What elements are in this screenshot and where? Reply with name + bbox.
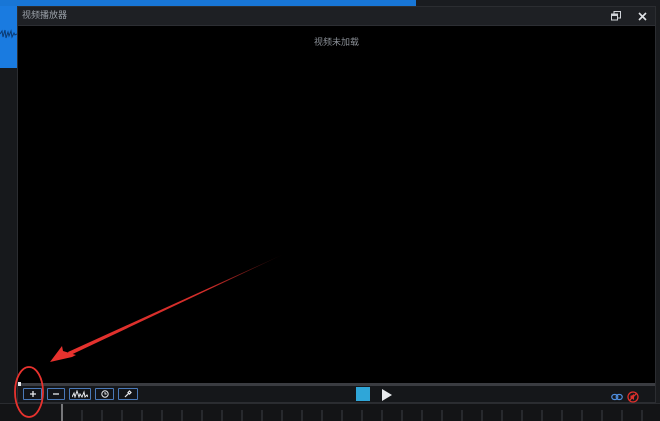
video-display[interactable]: 视频未加载: [18, 26, 655, 382]
play-icon: [382, 389, 392, 401]
plus-icon: [29, 391, 36, 397]
link-button[interactable]: [611, 388, 623, 401]
window-title: 视频播放器: [22, 11, 68, 21]
mute-button[interactable]: [627, 388, 639, 403]
clock-icon: [100, 390, 109, 398]
minus-icon: [53, 393, 59, 395]
restore-button[interactable]: [608, 8, 624, 24]
wrench-icon: [124, 390, 132, 398]
tools-button[interactable]: [118, 388, 138, 400]
host-waveform-icon: [0, 29, 17, 39]
video-status-text: 视频未加载: [313, 38, 359, 48]
host-right-edge: [656, 6, 660, 421]
restore-icon: [611, 11, 621, 21]
link-icon: [611, 393, 623, 401]
video-player-window: 视频播放器 视频未加载: [17, 6, 656, 403]
waveform-button[interactable]: [69, 388, 91, 400]
close-icon: [637, 11, 647, 21]
host-track-area: [0, 68, 17, 421]
host-timeline-ruler[interactable]: [0, 403, 660, 421]
close-button[interactable]: [634, 8, 650, 24]
waveform-icon: [72, 390, 88, 398]
add-button[interactable]: [23, 388, 42, 400]
stop-icon: [356, 387, 370, 401]
controls-bar: [18, 386, 655, 403]
stop-button[interactable]: [356, 387, 370, 401]
clock-button[interactable]: [95, 388, 114, 400]
title-bar[interactable]: 视频播放器: [18, 7, 655, 26]
play-button[interactable]: [380, 387, 394, 401]
screen: 视频播放器 视频未加载: [0, 0, 660, 421]
remove-button[interactable]: [47, 388, 65, 400]
mute-icon: [627, 391, 639, 403]
